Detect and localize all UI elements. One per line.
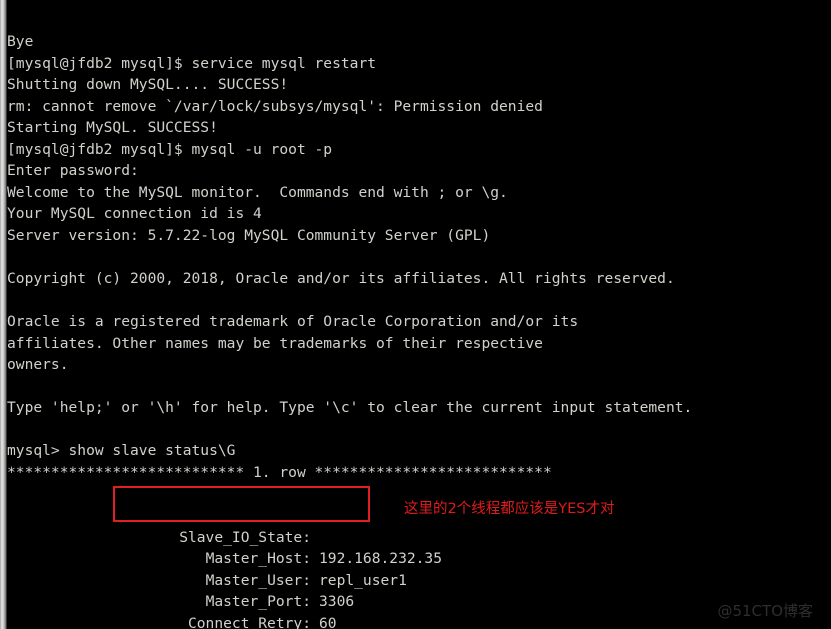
terminal-line: Enter password: [7, 162, 148, 180]
terminal-line: Shutting down MySQL.... SUCCESS! [7, 76, 297, 94]
terminal-line: [mysql@jfdb2 mysql]$ service mysql resta… [7, 54, 377, 72]
status-key: Master_Port: [205, 593, 311, 611]
terminal-line: rm: cannot remove `/var/lock/subsys/mysq… [7, 97, 543, 115]
status-key: Connect_Retry: [187, 614, 311, 629]
terminal-line: Bye [7, 33, 34, 51]
status-value: 192.168.232.35 [319, 550, 443, 568]
terminal-prelines: Bye [mysql@jfdb2 mysql]$ service mysql re… [7, 31, 831, 483]
status-row: Master_Host: 192.168.232.35 [7, 548, 831, 570]
status-key: Slave_IO_State: [179, 528, 311, 546]
terminal-line: Type 'help;' or '\h' for help. Type '\c'… [7, 399, 693, 417]
slave-status-rows: Slave_IO_State: Master_Host: 192.168.232.3… [7, 527, 831, 629]
status-value: repl_user1 [319, 571, 407, 589]
terminal-line: Server version: 5.7.22-log MySQL Communi… [7, 227, 491, 245]
status-row: Master_Port: 3306 [7, 591, 831, 613]
status-key: Master_User: [205, 571, 311, 589]
terminal-line: Welcome to the MySQL monitor. Commands e… [7, 183, 508, 201]
terminal-line: mysql> show slave status\G [7, 442, 236, 460]
terminal-line: Oracle is a registered trademark of Orac… [7, 313, 579, 331]
status-value: 3306 [319, 593, 355, 611]
terminal-window: Bye [mysql@jfdb2 mysql]$ service mysql re… [0, 0, 831, 629]
status-key: Master_Host: [205, 550, 311, 568]
terminal-line: Your MySQL connection id is 4 [7, 205, 262, 223]
watermark: @51CTO博客 [717, 602, 813, 620]
terminal-line: Copyright (c) 2000, 2018, Oracle and/or … [7, 270, 675, 288]
terminal-line: *************************** 1. row *****… [7, 464, 552, 482]
window-left-edge [0, 0, 7, 629]
status-row: Slave_IO_State: [7, 527, 831, 549]
terminal-line: Starting MySQL. SUCCESS! [7, 119, 227, 137]
terminal-line: [mysql@jfdb2 mysql]$ mysql -u root -p [7, 140, 333, 158]
annotation-text: 这里的2个线程都应该是YES才对 [404, 501, 615, 517]
status-row: Master_User: repl_user1 [7, 570, 831, 592]
terminal-line: owners. [7, 356, 69, 374]
status-value: 60 [319, 614, 337, 629]
terminal-output[interactable]: Bye [mysql@jfdb2 mysql]$ service mysql re… [7, 0, 831, 629]
terminal-line: affiliates. Other names may be trademark… [7, 334, 543, 352]
status-row: Connect_Retry: 60 [7, 613, 831, 629]
